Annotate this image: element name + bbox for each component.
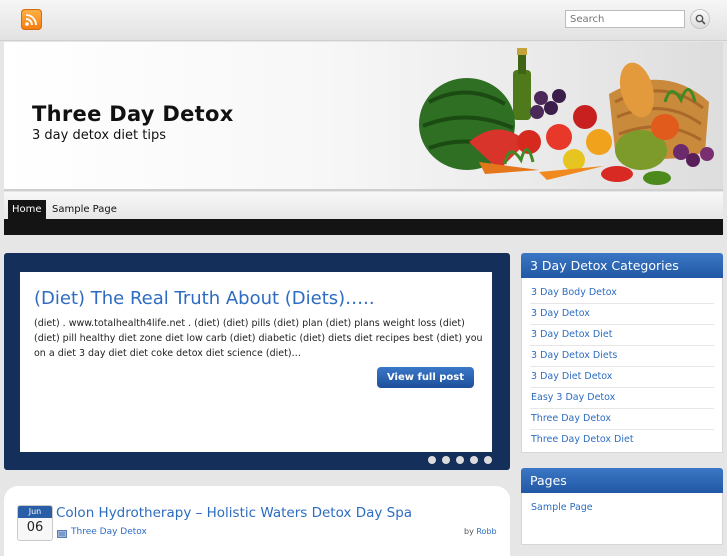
byline-label: by xyxy=(464,527,474,536)
nav-item-sample-page[interactable]: Sample Page xyxy=(48,200,121,219)
category-link[interactable]: 3 Day Detox Diets xyxy=(531,350,617,361)
nav-strip xyxy=(4,219,723,235)
divider xyxy=(530,324,714,325)
category-link[interactable]: Easy 3 Day Detox xyxy=(531,392,615,403)
post-title[interactable]: Colon Hydrotherapy – Holistic Waters Det… xyxy=(56,505,412,521)
slider-dot[interactable] xyxy=(442,456,450,464)
search-input[interactable] xyxy=(565,10,685,28)
post-category-link[interactable]: Three Day Detox xyxy=(71,527,147,537)
slider-dot[interactable] xyxy=(470,456,478,464)
divider xyxy=(530,345,714,346)
categories-widget-title: 3 Day Detox Categories xyxy=(521,253,723,278)
search-icon xyxy=(695,14,706,25)
page-link-sample-page[interactable]: Sample Page xyxy=(531,502,593,513)
slider-dot[interactable] xyxy=(428,456,436,464)
category-link[interactable]: 3 Day Diet Detox xyxy=(531,371,612,382)
divider xyxy=(530,366,714,367)
categories-widget: 3 Day Body Detox 3 Day Detox 3 Day Detox… xyxy=(521,278,723,453)
slide-excerpt: (diet) . www.totalhealth4life.net . (die… xyxy=(34,318,483,359)
date-badge: Jun 06 xyxy=(17,505,53,541)
category-link[interactable]: 3 Day Body Detox xyxy=(531,287,617,298)
post-author-link[interactable]: Robb xyxy=(476,527,496,536)
category-link[interactable]: 3 Day Detox xyxy=(531,308,590,319)
category-link[interactable]: Three Day Detox Diet xyxy=(531,434,634,445)
divider xyxy=(530,303,714,304)
main-nav: Home Sample Page xyxy=(4,192,723,235)
fruits-vegetables-illustration xyxy=(419,48,714,185)
slider-dot[interactable] xyxy=(456,456,464,464)
pages-widget: Sample Page xyxy=(521,493,723,545)
post-entry: Jun 06 Colon Hydrotherapy – Holistic Wat… xyxy=(4,486,510,556)
nav-item-home[interactable]: Home xyxy=(8,200,46,219)
post-byline: by Robb xyxy=(464,527,497,536)
folder-icon xyxy=(57,530,67,538)
divider xyxy=(530,408,714,409)
category-link[interactable]: 3 Day Detox Diet xyxy=(531,329,612,340)
date-month: Jun xyxy=(18,506,52,518)
site-tagline: 3 day detox diet tips xyxy=(32,128,166,143)
featured-slider: (Diet) The Real Truth About (Diets)….. (… xyxy=(4,253,510,470)
search-button[interactable] xyxy=(690,9,710,29)
top-bar xyxy=(0,0,727,41)
view-full-post-button[interactable]: View full post xyxy=(377,367,474,388)
pages-widget-title: Pages xyxy=(521,468,723,493)
slide: (Diet) The Real Truth About (Diets)….. (… xyxy=(20,272,492,452)
slider-dot[interactable] xyxy=(484,456,492,464)
date-day: 06 xyxy=(26,520,44,535)
site-title[interactable]: Three Day Detox xyxy=(32,102,234,126)
rss-icon[interactable] xyxy=(21,9,42,30)
slide-title[interactable]: (Diet) The Real Truth About (Diets)….. xyxy=(34,288,375,309)
divider xyxy=(530,429,714,430)
site-header: Three Day Detox 3 day detox diet tips xyxy=(4,42,723,191)
category-link[interactable]: Three Day Detox xyxy=(531,413,611,424)
divider xyxy=(530,387,714,388)
